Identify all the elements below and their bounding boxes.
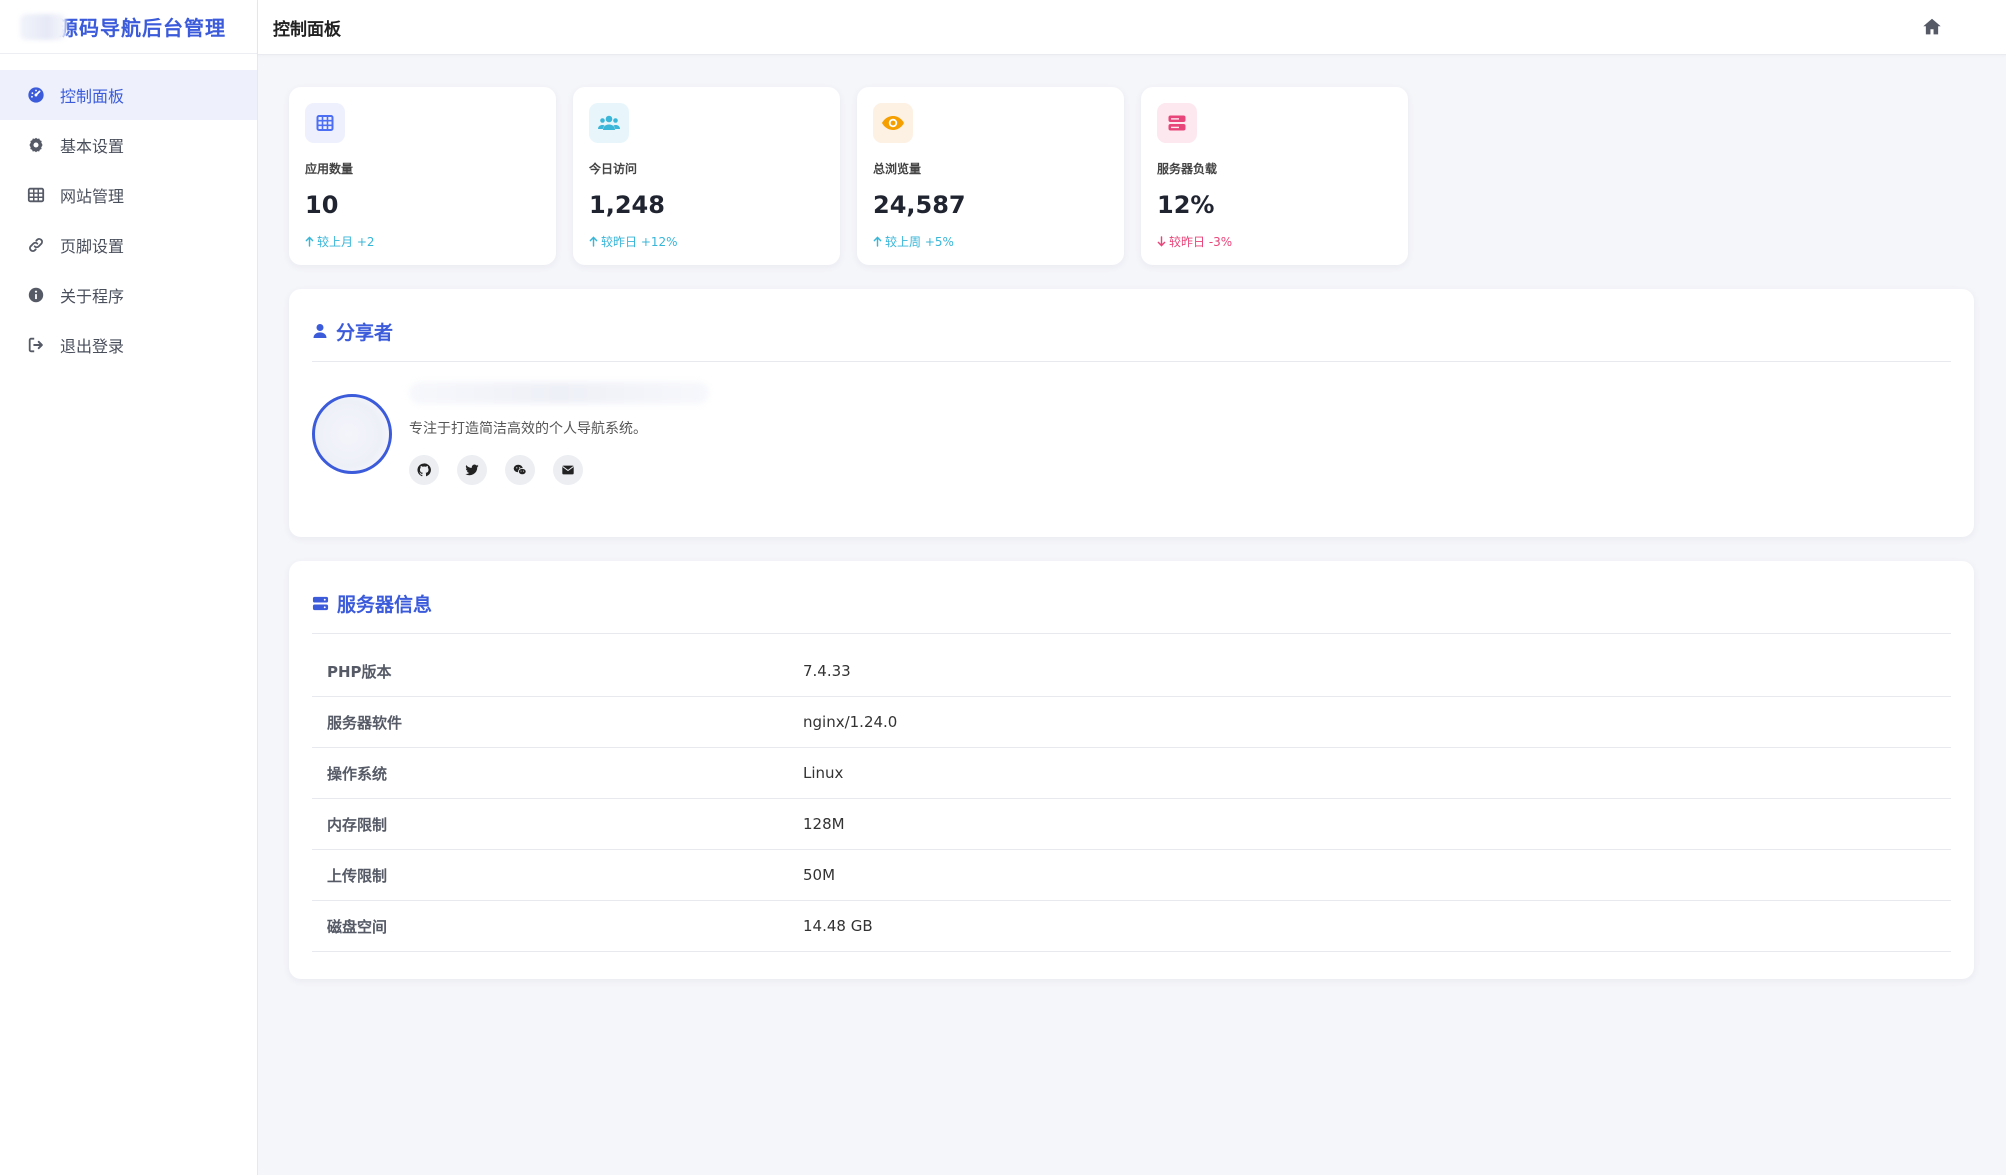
sidebar: 源码导航后台管理 控制面板 基本设置 网站管理 页脚设置 关于程序 退出登录 <box>0 0 258 1175</box>
stat-value: 12% <box>1157 191 1215 219</box>
stat-value: 10 <box>305 191 339 219</box>
stat-label: 总浏览量 <box>873 162 922 176</box>
arrow-up-icon <box>305 236 314 247</box>
sidebar-nav: 控制面板 基本设置 网站管理 页脚设置 关于程序 退出登录 <box>0 70 257 370</box>
sidebar-item-label: 关于程序 <box>60 287 125 306</box>
home-icon <box>1923 18 1941 35</box>
info-value: nginx/1.24.0 <box>803 713 898 731</box>
stat-value: 24,587 <box>873 191 966 219</box>
sidebar-item-label: 基本设置 <box>60 137 125 156</box>
arrow-up-icon <box>873 236 882 247</box>
brand-logo <box>20 13 66 40</box>
info-value: 14.48 GB <box>803 917 873 935</box>
grid-icon <box>305 103 345 143</box>
arrow-down-icon <box>1157 236 1166 247</box>
profile-name-redacted <box>409 382 709 404</box>
table-icon <box>26 185 46 205</box>
sidebar-item-about[interactable]: 关于程序 <box>0 270 257 320</box>
panel-title: 分享者 <box>336 321 394 344</box>
sidebar-item-footer-settings[interactable]: 页脚设置 <box>0 220 257 270</box>
info-value: 7.4.33 <box>803 662 851 680</box>
server-info-table: PHP版本 7.4.33 服务器软件 nginx/1.24.0 操作系统 Lin… <box>312 646 1951 952</box>
social-links <box>409 455 709 485</box>
sidebar-item-site-management[interactable]: 网站管理 <box>0 170 257 220</box>
stat-trend-text: 较上周 +5% <box>885 235 954 249</box>
brand-title: 源码导航后台管理 <box>58 16 226 40</box>
stat-label: 服务器负载 <box>1157 162 1218 176</box>
table-row: 内存限制 128M <box>312 799 1951 850</box>
profile-info: 专注于打造简洁高效的个人导航系统。 <box>409 382 709 485</box>
link-icon <box>26 235 46 255</box>
info-key: 服务器软件 <box>327 713 403 732</box>
email-icon <box>562 465 574 475</box>
info-key: 内存限制 <box>327 815 388 834</box>
users-icon <box>589 103 629 143</box>
github-button[interactable] <box>409 455 439 485</box>
info-key: 上传限制 <box>327 866 388 885</box>
stat-trend: 较上月 +2 <box>305 233 540 250</box>
profile-description: 专注于打造简洁高效的个人导航系统。 <box>409 421 647 437</box>
home-button[interactable] <box>1920 15 1944 39</box>
info-value: Linux <box>803 764 844 782</box>
topbar: 控制面板 <box>258 0 2006 55</box>
stat-label: 今日访问 <box>589 162 638 176</box>
stat-label: 应用数量 <box>305 162 354 176</box>
avatar <box>312 394 392 474</box>
twitter-button[interactable] <box>457 455 487 485</box>
table-row: 服务器软件 nginx/1.24.0 <box>312 697 1951 748</box>
stat-trend: 较昨日 +12% <box>589 233 824 250</box>
page-title: 控制面板 <box>273 19 341 40</box>
stat-card-server-load: 服务器负载 12% 较昨日 -3% <box>1141 87 1408 265</box>
stat-trend-text: 较昨日 +12% <box>601 235 678 249</box>
github-icon <box>417 463 431 477</box>
server-icon <box>312 596 329 610</box>
panel-header: 分享者 <box>312 289 1951 362</box>
stat-card-today-visits: 今日访问 1,248 较昨日 +12% <box>573 87 840 265</box>
server-info-panel: 服务器信息 PHP版本 7.4.33 服务器软件 nginx/1.24.0 操作… <box>289 561 1974 979</box>
dashboard-icon <box>26 85 46 105</box>
table-row: 磁盘空间 14.48 GB <box>312 901 1951 952</box>
wechat-button[interactable] <box>505 455 535 485</box>
arrow-up-icon <box>589 236 598 247</box>
panel-header: 服务器信息 <box>312 561 1951 634</box>
stat-card-apps: 应用数量 10 较上月 +2 <box>289 87 556 265</box>
stat-card-total-views: 总浏览量 24,587 较上周 +5% <box>857 87 1124 265</box>
email-button[interactable] <box>553 455 583 485</box>
info-key: 磁盘空间 <box>327 917 388 936</box>
sidebar-item-label: 控制面板 <box>60 87 125 106</box>
stat-value: 1,248 <box>589 191 665 219</box>
stats-row: 应用数量 10 较上月 +2 今日访问 1,248 较昨日 +12% 总浏览量 … <box>289 87 1408 265</box>
logout-icon <box>26 335 46 355</box>
wechat-icon <box>513 464 527 476</box>
stat-trend-text: 较上月 +2 <box>317 235 375 249</box>
table-row: 上传限制 50M <box>312 850 1951 901</box>
sidebar-item-logout[interactable]: 退出登录 <box>0 320 257 370</box>
info-value: 128M <box>803 815 845 833</box>
table-row: 操作系统 Linux <box>312 748 1951 799</box>
info-key: PHP版本 <box>327 662 392 681</box>
profile: 专注于打造简洁高效的个人导航系统。 <box>312 382 1951 485</box>
brand[interactable]: 源码导航后台管理 <box>0 0 257 54</box>
user-icon <box>313 324 327 338</box>
stat-trend-text: 较昨日 -3% <box>1169 235 1233 249</box>
sidebar-item-basic-settings[interactable]: 基本设置 <box>0 120 257 170</box>
gear-icon <box>26 135 46 155</box>
sidebar-item-label: 页脚设置 <box>60 237 125 256</box>
sidebar-item-dashboard[interactable]: 控制面板 <box>0 70 257 120</box>
stat-trend: 较上周 +5% <box>873 233 1108 250</box>
eye-icon <box>873 103 913 143</box>
table-row: PHP版本 7.4.33 <box>312 646 1951 697</box>
info-key: 操作系统 <box>327 764 388 783</box>
sharer-panel: 分享者 专注于打造简洁高效的个人导航系统。 <box>289 289 1974 537</box>
info-icon <box>26 285 46 305</box>
info-value: 50M <box>803 866 836 884</box>
sidebar-item-label: 退出登录 <box>60 337 125 356</box>
panel-title: 服务器信息 <box>337 593 433 616</box>
stat-trend: 较昨日 -3% <box>1157 233 1392 250</box>
sidebar-item-label: 网站管理 <box>60 187 125 206</box>
server-icon <box>1157 103 1197 143</box>
twitter-icon <box>465 464 479 476</box>
